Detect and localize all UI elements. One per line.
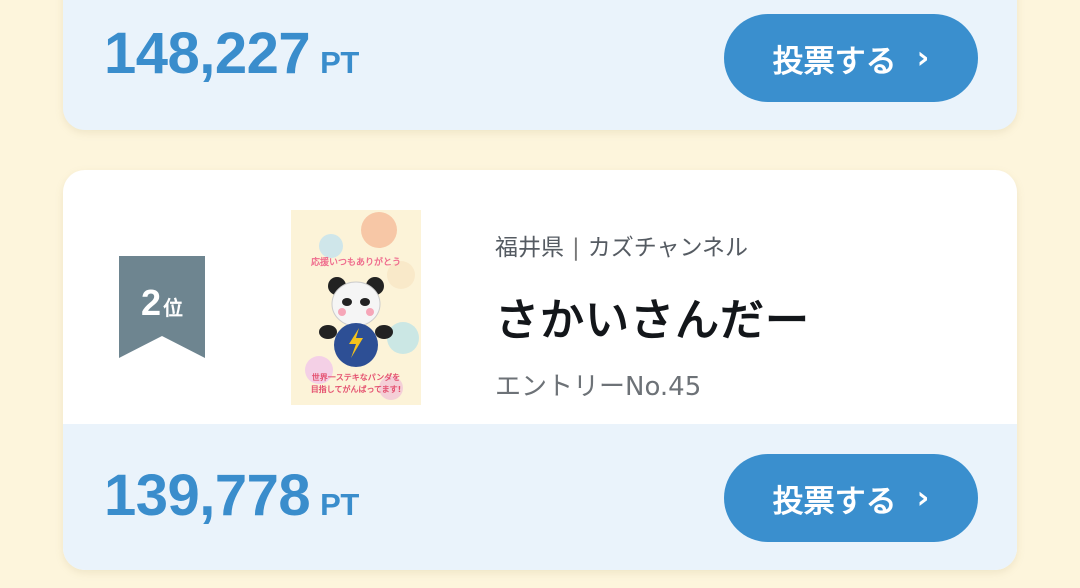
vote-button[interactable]: 投票する › — [724, 454, 978, 542]
svg-text:目指してがんばってます!: 目指してがんばってます! — [311, 384, 402, 394]
entry-card-2[interactable]: 2位 応援いつもありがとう 世界一ステキなパンダを 目指してがんばってます! 福… — [63, 170, 1017, 570]
points-total: 139,778 PT — [104, 462, 359, 529]
entry-info: 福井県 | カズチャンネル さかいさんだー エントリーNo.45 — [495, 228, 810, 403]
vote-button[interactable]: 投票する › — [724, 14, 978, 102]
entry-card-1: 148,227 PT 投票する › — [63, 0, 1017, 130]
points-unit: PT — [320, 45, 359, 80]
score-row: 148,227 PT 投票する › — [63, 0, 1017, 130]
entry-number: エントリーNo.45 — [495, 372, 702, 402]
prefecture-label: 福井県 — [495, 235, 564, 261]
entry-meta: 福井県 | カズチャンネル — [495, 228, 810, 262]
points-total: 148,227 PT — [104, 20, 359, 87]
svg-text:応援いつもありがとう: 応援いつもありがとう — [311, 256, 401, 268]
rank-suffix: 位 — [163, 296, 184, 320]
points-value: 148,227 — [104, 21, 311, 86]
chevron-right-icon: › — [916, 480, 930, 516]
points-unit: PT — [320, 487, 359, 522]
entry-thumbnail[interactable]: 応援いつもありがとう 世界一ステキなパンダを 目指してがんばってます! — [291, 210, 421, 405]
rank-number: 2 — [140, 282, 162, 323]
meta-separator: | — [572, 235, 580, 261]
chevron-right-icon: › — [916, 40, 930, 76]
entry-name: さかいさんだー — [495, 295, 810, 346]
score-row: 139,778 PT 投票する › — [63, 424, 1017, 570]
vote-button-label: 投票する — [772, 43, 897, 80]
panda-mascot-image: 応援いつもありがとう 世界一ステキなパンダを 目指してがんばってます! — [291, 210, 421, 405]
points-value: 139,778 — [104, 463, 311, 528]
rank-badge: 2位 — [119, 256, 205, 358]
channel-label: カズチャンネル — [587, 235, 749, 261]
vote-button-label: 投票する — [772, 483, 897, 520]
svg-text:世界一ステキなパンダを: 世界一ステキなパンダを — [312, 372, 400, 382]
